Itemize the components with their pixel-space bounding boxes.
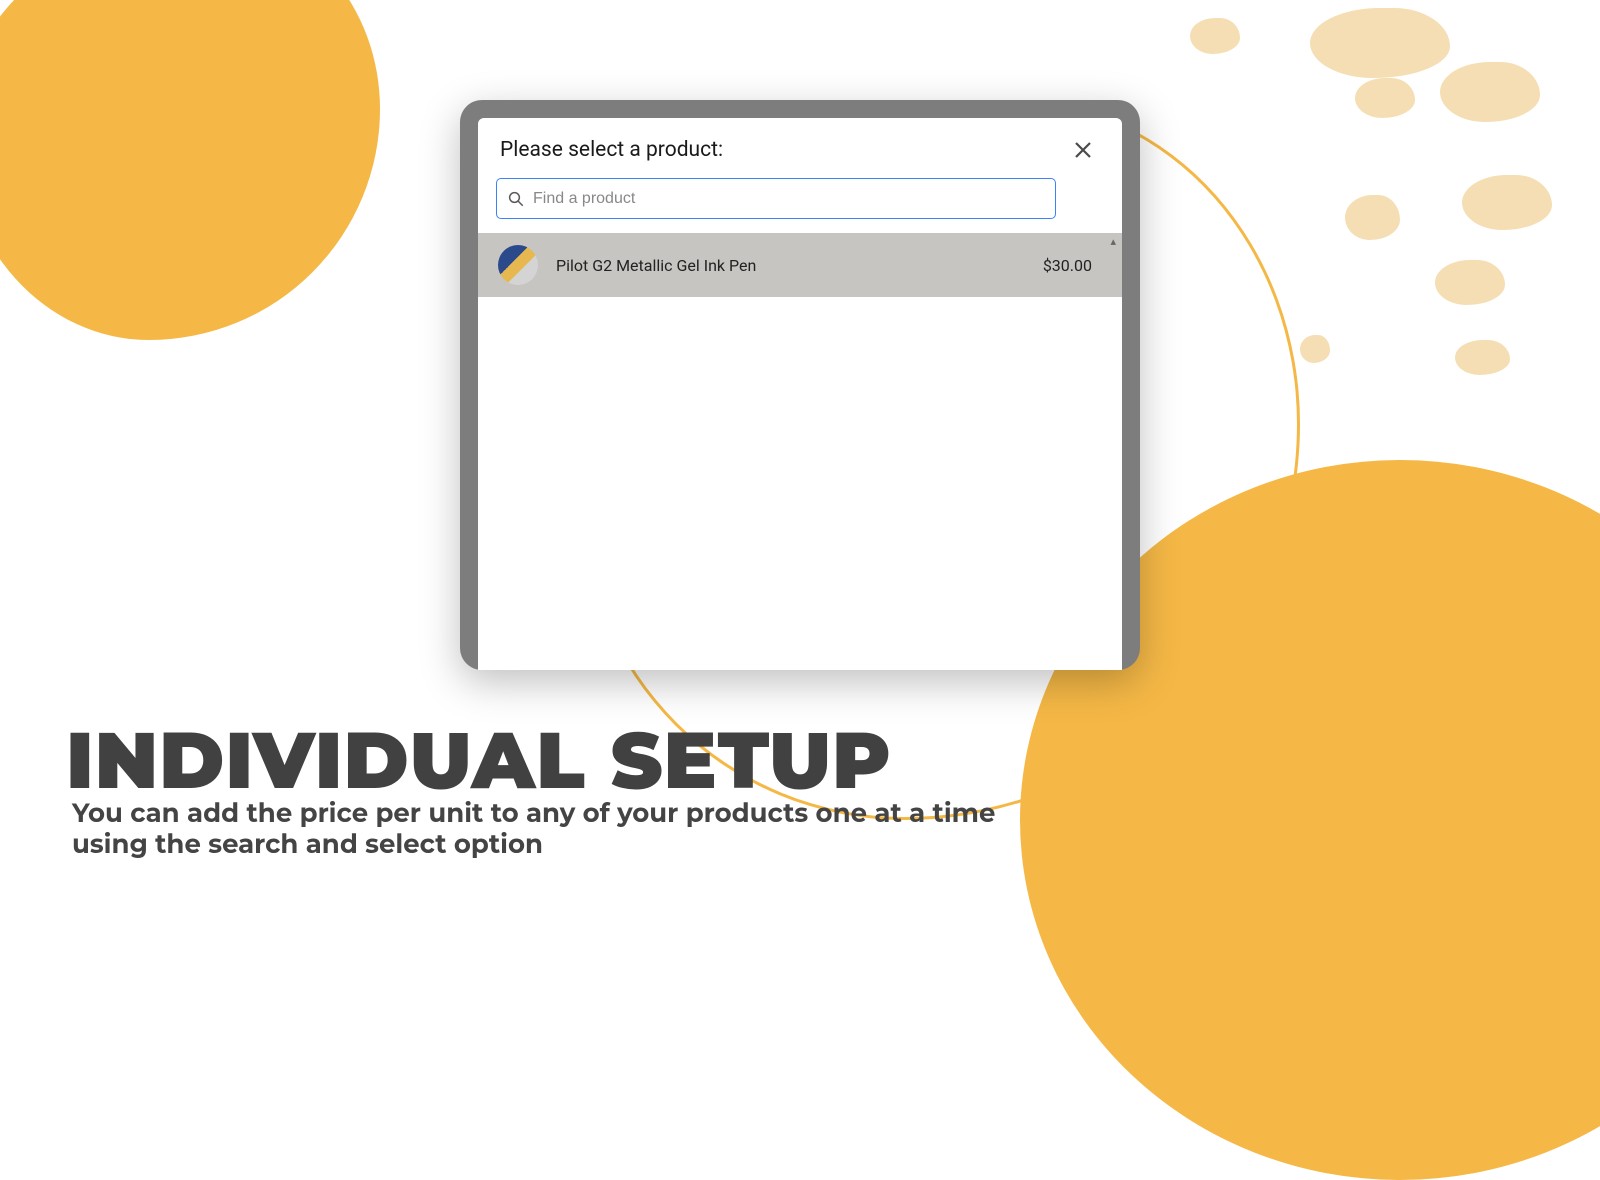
product-list: ▴ Pilot G2 Metallic Gel Ink Pen $30.00 <box>478 233 1122 670</box>
close-icon <box>1072 139 1094 161</box>
search-box[interactable] <box>496 178 1056 219</box>
decor-spot <box>1455 340 1510 375</box>
decor-spot <box>1345 195 1400 240</box>
modal-header: Please select a product: <box>478 118 1122 174</box>
search-input[interactable] <box>533 190 1045 208</box>
close-button[interactable] <box>1072 139 1094 161</box>
decor-spot <box>1300 335 1330 363</box>
decor-spot <box>1310 8 1450 78</box>
decor-spot <box>1462 175 1552 230</box>
product-name: Pilot G2 Metallic Gel Ink Pen <box>556 256 1043 275</box>
modal-content: Please select a product: ▴ Pilot <box>478 118 1122 670</box>
decor-spot <box>1435 260 1505 305</box>
search-icon <box>507 190 525 208</box>
product-row[interactable]: Pilot G2 Metallic Gel Ink Pen $30.00 <box>478 233 1122 297</box>
decor-blob-top-left <box>0 0 380 340</box>
modal-title: Please select a product: <box>500 138 723 162</box>
page-headline: INDIVIDUAL SETUP <box>66 712 892 808</box>
search-container <box>478 174 1122 233</box>
decor-spot <box>1440 62 1540 122</box>
decor-spot <box>1355 78 1415 118</box>
decor-spot <box>1190 18 1240 54</box>
product-price: $30.00 <box>1043 256 1092 275</box>
page-subline: You can add the price per unit to any of… <box>72 798 1032 860</box>
product-select-modal: Please select a product: ▴ Pilot <box>460 100 1140 670</box>
scroll-up-arrow-icon[interactable]: ▴ <box>1110 235 1116 248</box>
product-thumbnail <box>498 245 538 285</box>
